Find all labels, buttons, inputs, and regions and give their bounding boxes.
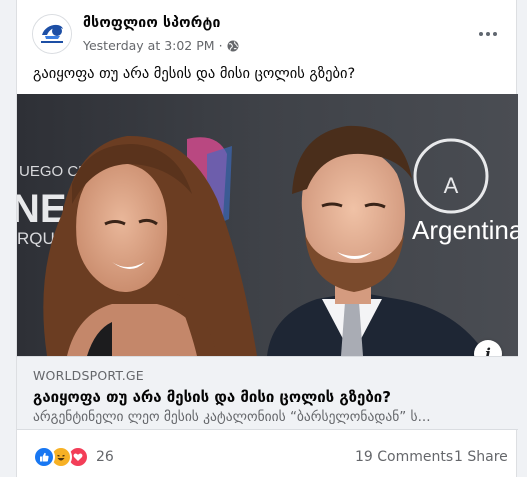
post-timestamp[interactable]: Yesterday at 3:02 PM — [83, 38, 215, 53]
link-title[interactable]: გაიყოფა თუ არა მესის და მისი ცოლის გზები… — [33, 388, 391, 406]
shares-count-link[interactable]: 1 Share — [454, 449, 508, 465]
reactions-summary[interactable]: 26 — [33, 446, 114, 468]
couple-photo: UEGO CE NE RQU A Argentina — [17, 94, 518, 356]
dot-icon — [479, 32, 483, 36]
dot-icon — [493, 32, 497, 36]
link-description: არგენტინელი ლეო მესის კატალონიის “ბარსელ… — [33, 409, 431, 425]
page-logo-icon — [33, 15, 71, 53]
post-text: გაიყოფა თუ არა მესის და მისი ცოლის გზები… — [33, 66, 356, 82]
link-preview-image[interactable]: UEGO CE NE RQU A Argentina — [17, 94, 518, 356]
globe-icon[interactable] — [227, 40, 239, 52]
backdrop-logo-letter: A — [444, 173, 459, 198]
more-options-button[interactable] — [478, 24, 498, 44]
comments-count-link[interactable]: 19 Comments — [355, 449, 453, 465]
link-domain: WORLDSPORT.GE — [33, 368, 144, 383]
backdrop-text-argentina: Argentina — [412, 215, 518, 245]
post-card: მსოფლიო სპორტი Yesterday at 3:02 PM · გა… — [16, 0, 518, 477]
dot-icon — [486, 32, 490, 36]
page-avatar[interactable] — [32, 14, 72, 54]
meta-separator: · — [218, 38, 223, 53]
post-meta: Yesterday at 3:02 PM · — [83, 38, 239, 53]
like-reaction-icon — [33, 446, 55, 468]
backdrop-text-3: RQU — [17, 229, 55, 248]
reaction-count: 26 — [96, 449, 114, 465]
page-name-link[interactable]: მსოფლიო სპორტი — [83, 15, 221, 31]
link-preview-box[interactable]: WORLDSPORT.GE გაიყოფა თუ არა მესის და მი… — [17, 356, 518, 430]
